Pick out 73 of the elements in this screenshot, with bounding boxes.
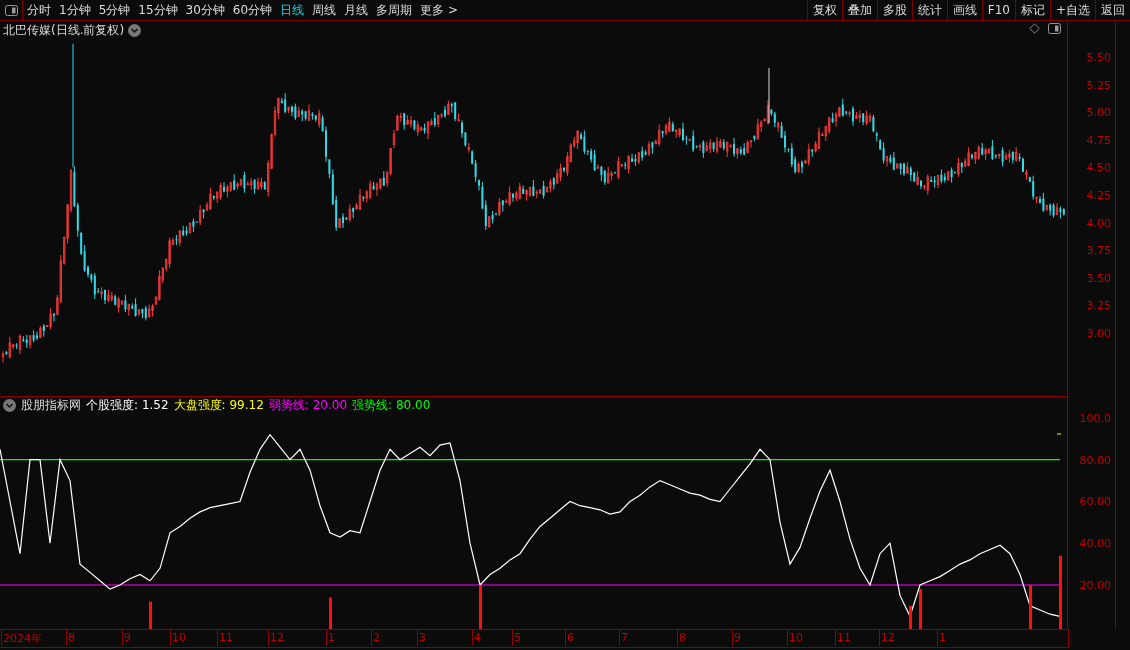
toolbar-button[interactable]: 复权: [806, 0, 842, 20]
axis-label: 4.50: [1086, 160, 1111, 174]
date-label: 2024年: [3, 631, 42, 646]
axis-label: 3.25: [1086, 298, 1111, 312]
toolbar-button[interactable]: 返回: [1095, 0, 1130, 20]
axis-label: 60.00: [1079, 495, 1111, 508]
date-label: 11: [219, 631, 233, 644]
diamond-icon[interactable]: [1029, 23, 1041, 34]
axis-label: 5.00: [1086, 105, 1111, 119]
date-label: 9: [734, 631, 741, 644]
date-label: 4: [474, 631, 481, 644]
date-label: 11: [837, 631, 851, 644]
period-tab[interactable]: 分时: [23, 0, 55, 20]
toolbar-button[interactable]: 统计: [911, 0, 947, 20]
period-tab[interactable]: 15分钟: [134, 0, 182, 20]
date-label: 1: [328, 631, 335, 644]
panel-toggle-icon[interactable]: [4, 4, 18, 16]
signal-bar: [909, 605, 912, 629]
indicator-value: 个股强度: 1.52: [86, 397, 169, 414]
date-label: 3: [419, 631, 426, 644]
indicator-value: 强势线: 80.00: [352, 397, 431, 414]
period-tab[interactable]: 5分钟: [94, 0, 135, 20]
period-tab[interactable]: 1分钟: [55, 0, 95, 20]
chart-title: 北巴传媒(日线.前复权): [3, 21, 125, 39]
axis-label: 3.00: [1086, 326, 1111, 340]
axis-label: 5.25: [1086, 78, 1111, 92]
signal-bar: [329, 597, 332, 629]
axis-label: 4.25: [1086, 188, 1111, 202]
toolbar-button[interactable]: F10: [981, 0, 1015, 20]
axis-label: 4.75: [1086, 133, 1111, 147]
marker-tick: [1056, 433, 1062, 435]
date-label: 8: [679, 631, 686, 644]
signal-bar: [149, 601, 152, 629]
period-tab[interactable]: 日线: [276, 0, 309, 20]
toolbar-button[interactable]: 画线: [946, 0, 982, 20]
toolbar-button[interactable]: +自选: [1049, 0, 1095, 20]
date-label: 12: [270, 631, 284, 644]
axis-label: 100.0: [1079, 411, 1111, 425]
toolbar-button[interactable]: 多股: [876, 0, 912, 20]
axis-label: 20.00: [1079, 578, 1111, 592]
date-label: 6: [567, 631, 574, 644]
panel-toggle-icon[interactable]: [1048, 23, 1062, 34]
toolbar-button[interactable]: 叠加: [841, 0, 877, 20]
axis-label: 3.75: [1086, 243, 1111, 257]
period-tab[interactable]: 周线: [308, 0, 341, 20]
period-tab[interactable]: 月线: [340, 0, 373, 20]
indicator-value: 弱势线: 20.00: [268, 397, 348, 414]
indicator-value: 大盘强度: 99.12: [173, 397, 264, 414]
date-label: 2: [373, 631, 380, 644]
signal-bar: [919, 589, 922, 629]
date-label: 9: [124, 631, 131, 644]
indicator-name: 股朋指标网: [21, 397, 81, 414]
period-tab[interactable]: 多周期: [372, 0, 417, 20]
axis-label: 80.00: [1079, 453, 1111, 467]
date-label: 5: [514, 631, 521, 644]
signal-bar: [1029, 584, 1032, 629]
date-label: 10: [789, 631, 803, 644]
period-tab[interactable]: 30分钟: [181, 0, 229, 20]
date-label: 10: [172, 631, 186, 644]
axis-label: 5.50: [1086, 50, 1111, 64]
axis-label: 40.00: [1079, 536, 1111, 550]
date-label: 8: [68, 631, 75, 644]
axis-label: 4.00: [1086, 216, 1111, 230]
signal-bar: [479, 584, 482, 629]
dropdown-icon[interactable]: [128, 23, 142, 37]
collapse-icon[interactable]: [3, 399, 16, 412]
period-tab[interactable]: 更多 >: [416, 0, 462, 20]
period-tab[interactable]: 60分钟: [228, 0, 277, 20]
date-label: 1: [939, 631, 946, 644]
date-label: 7: [621, 631, 628, 644]
date-label: 12: [881, 631, 895, 644]
axis-label: 3.50: [1086, 271, 1111, 285]
toolbar-button[interactable]: 标记: [1014, 0, 1050, 20]
